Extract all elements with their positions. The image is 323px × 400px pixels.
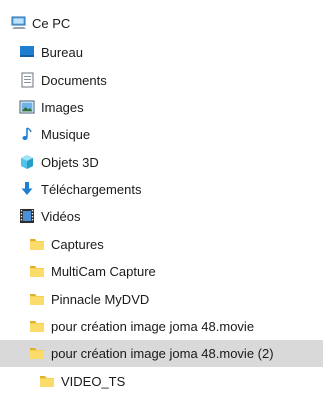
tree-item-bureau[interactable]: Bureau: [0, 39, 323, 66]
downloads-icon: [19, 181, 35, 197]
tree-item-label: Bureau: [41, 45, 83, 60]
tree-item-label: pour création image joma 48.movie (2): [51, 346, 274, 361]
objects-3d-icon: [19, 154, 35, 170]
desktop-icon: [19, 44, 35, 60]
tree-item-label: Documents: [41, 73, 107, 88]
tree-item-captures[interactable]: Captures: [0, 231, 323, 258]
folder-icon: [29, 345, 45, 361]
computer-icon: [11, 15, 27, 31]
tree-item-objets-3d[interactable]: Objets 3D: [0, 149, 323, 176]
tree-item-videos[interactable]: Vidéos: [0, 203, 323, 230]
tree-item-label: VIDEO_TS: [61, 374, 126, 389]
folder-icon: [39, 373, 55, 389]
pictures-icon: [19, 99, 35, 115]
folder-icon: [29, 263, 45, 279]
folder-icon: [29, 236, 45, 252]
tree-item-label: Vidéos: [41, 209, 81, 224]
tree-item-joma-movie-2[interactable]: pour création image joma 48.movie (2): [0, 340, 323, 367]
tree-item-ce-pc[interactable]: Ce PC: [0, 10, 323, 37]
tree-item-label: Captures: [51, 237, 104, 252]
tree-item-joma-movie[interactable]: pour création image joma 48.movie: [0, 313, 323, 340]
tree-item-telechargements[interactable]: Téléchargements: [0, 176, 323, 203]
music-icon: [19, 126, 35, 142]
tree-item-label: MultiCam Capture: [51, 264, 156, 279]
videos-icon: [19, 208, 35, 224]
tree-item-label: Musique: [41, 127, 91, 142]
folder-icon: [29, 291, 45, 307]
tree-item-images[interactable]: Images: [0, 94, 323, 121]
tree-item-label: Téléchargements: [41, 182, 142, 197]
tree-item-video-ts[interactable]: VIDEO_TS: [0, 368, 323, 395]
tree-item-label: Pinnacle MyDVD: [51, 292, 150, 307]
folder-icon: [29, 318, 45, 334]
tree-item-documents[interactable]: Documents: [0, 67, 323, 94]
tree-item-musique[interactable]: Musique: [0, 121, 323, 148]
tree-item-label: Images: [41, 100, 84, 115]
tree-item-pinnacle-mydvd[interactable]: Pinnacle MyDVD: [0, 286, 323, 313]
tree-item-label: pour création image joma 48.movie: [51, 319, 255, 334]
tree-item-label: Ce PC: [32, 16, 71, 31]
documents-icon: [19, 72, 35, 88]
tree-item-label: Objets 3D: [41, 155, 99, 170]
navigation-tree: Ce PC Bureau Documents Images Musique Ob…: [0, 0, 323, 400]
tree-item-multicam-capture[interactable]: MultiCam Capture: [0, 258, 323, 285]
